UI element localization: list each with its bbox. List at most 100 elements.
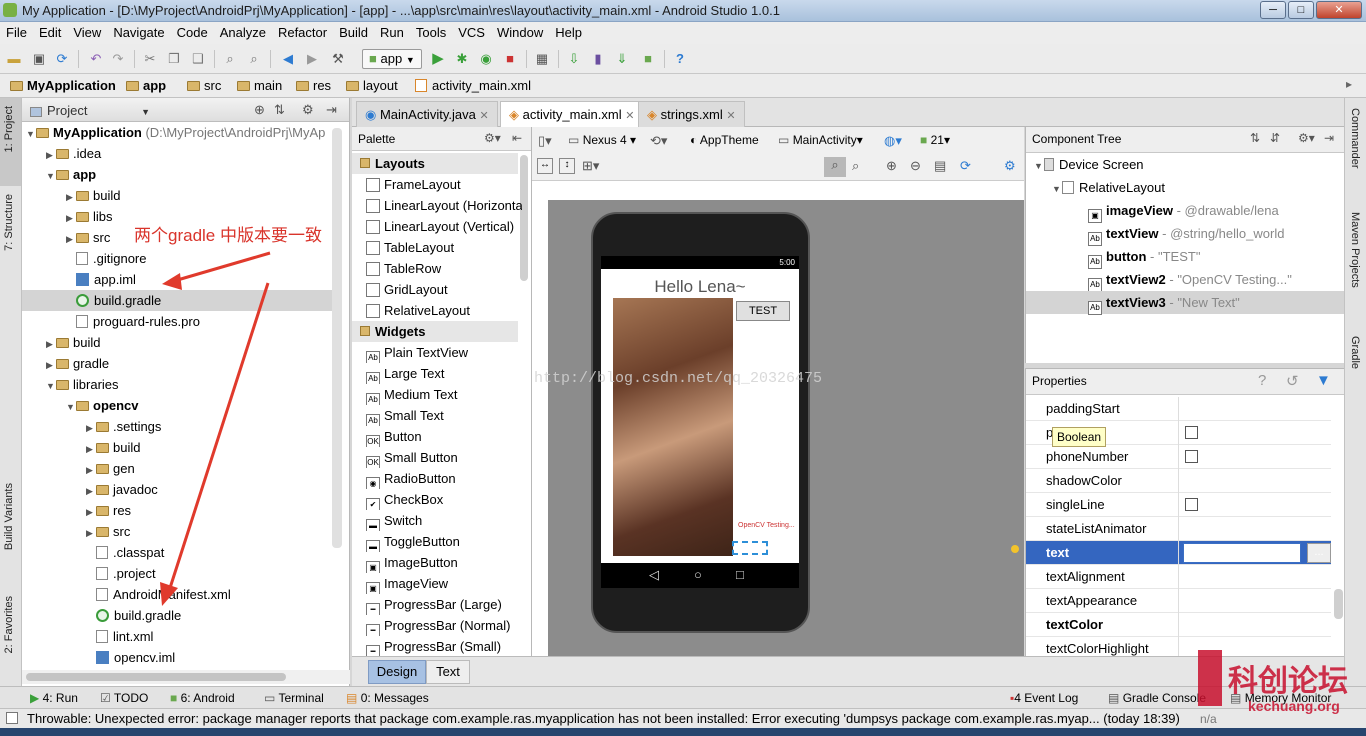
tree-relativelayout[interactable]: ▼ RelativeLayout <box>1026 176 1345 199</box>
nav-back-icon[interactable]: ◁ <box>649 567 659 583</box>
close-tab-icon[interactable]: ✕ <box>479 110 488 122</box>
preview-icon[interactable]: ▤ <box>934 158 946 174</box>
save-icon[interactable]: ▣ <box>31 51 47 67</box>
back-icon[interactable]: ◀ <box>280 51 296 67</box>
tab-gradle[interactable]: Gradle <box>1349 336 1361 369</box>
zoom-actual-icon[interactable]: ⌕ <box>852 158 859 174</box>
palette-item[interactable]: TableRow <box>366 258 522 279</box>
menu-edit[interactable]: Edit <box>33 22 67 42</box>
property-row[interactable]: textColor <box>1026 613 1331 637</box>
palette-item[interactable]: ━ ProgressBar (Large) <box>366 594 522 615</box>
breadcrumb-layout[interactable]: layout <box>346 78 398 93</box>
menu-vcs[interactable]: VCS <box>452 22 491 42</box>
design-settings-icon[interactable]: ⚙ <box>1004 158 1016 174</box>
undo-icon[interactable]: ↶ <box>88 51 104 67</box>
zoom-in-icon[interactable]: ⊕ <box>886 158 897 174</box>
fit-height-icon[interactable]: ↕ <box>559 158 575 174</box>
tree-component[interactable]: Ab textView3 - "New Text" <box>1026 291 1345 315</box>
palette-item[interactable]: ▣ ImageView <box>366 573 522 594</box>
zoom-select-icon[interactable]: ⌕ <box>824 157 846 177</box>
tool-android[interactable]: ■ 6: Android <box>170 691 235 705</box>
tab-project[interactable]: 1: Project <box>3 106 15 152</box>
breadcrumb-src[interactable]: src <box>187 78 221 93</box>
property-checkbox[interactable] <box>1185 498 1198 511</box>
config-icon[interactable]: ▯▾ <box>538 133 552 149</box>
collapse-all-icon[interactable]: ⇵ <box>1270 131 1280 145</box>
selected-textview3[interactable] <box>732 541 768 555</box>
property-edit-button[interactable]: ... <box>1307 543 1331 563</box>
menu-help[interactable]: Help <box>549 22 588 42</box>
orientation-icon[interactable]: ⟲▾ <box>650 133 667 149</box>
tree-component[interactable]: Ab button - "TEST" <box>1026 245 1345 269</box>
tab-strings[interactable]: ◈ strings.xml ✕ <box>638 101 745 127</box>
status-toggle-icon[interactable] <box>6 712 18 724</box>
tree-hide-icon[interactable]: ⇥ <box>1324 131 1334 145</box>
run-icon[interactable]: ▶ <box>430 51 446 67</box>
menu-analyze[interactable]: Analyze <box>214 22 272 42</box>
palette-settings-icon[interactable]: ⚙▾ <box>484 131 501 145</box>
tab-commander[interactable]: Commander <box>1349 108 1361 169</box>
palette-item[interactable]: ▣ ImageButton <box>366 552 522 573</box>
tool-event-log[interactable]: ▪4 Event Log <box>1010 691 1078 705</box>
sync-icon[interactable]: ⟳ <box>54 51 70 67</box>
palette-category-widgets[interactable]: Widgets <box>352 321 518 342</box>
property-checkbox[interactable] <box>1185 426 1198 439</box>
preview-image-view[interactable] <box>613 298 733 556</box>
tree-device-screen[interactable]: ▼ Device Screen <box>1026 153 1345 176</box>
palette-item[interactable]: OK Small Button <box>366 447 522 468</box>
locale-icon[interactable]: ◍▾ <box>884 133 902 149</box>
palette-item[interactable]: LinearLayout (Horizonta <box>366 195 522 216</box>
layout-options-icon[interactable]: ⊞▾ <box>582 158 599 174</box>
palette-item[interactable]: RelativeLayout <box>366 300 522 321</box>
fit-width-icon[interactable]: ↔ <box>537 158 553 174</box>
tab-maven[interactable]: Maven Projects <box>1349 212 1361 288</box>
palette-item[interactable]: Ab Plain TextView <box>366 342 522 363</box>
menu-run[interactable]: Run <box>374 22 410 42</box>
property-row[interactable]: singleLine <box>1026 493 1331 517</box>
nav-recents-icon[interactable]: □ <box>736 567 744 582</box>
paste-icon[interactable]: ❑ <box>190 51 206 67</box>
property-row[interactable]: text... <box>1026 541 1331 565</box>
tree-component[interactable]: Ab textView2 - "OpenCV Testing..." <box>1026 268 1345 292</box>
preview-opencv-text[interactable]: OpenCV Testing... <box>738 522 795 529</box>
cut-icon[interactable]: ✂ <box>142 51 158 67</box>
tool-messages[interactable]: ▤ 0: Messages <box>346 691 429 705</box>
tool-run[interactable]: ▶ 4: Run <box>30 691 78 705</box>
theme-select[interactable]: ◐ AppTheme <box>690 133 759 147</box>
hint-bulb-icon[interactable] <box>1011 545 1019 553</box>
palette-item[interactable]: Ab Large Text <box>366 363 522 384</box>
props-scrollbar[interactable] <box>1334 589 1343 619</box>
build-icon[interactable]: ⚒ <box>330 51 346 67</box>
help-icon[interactable]: ? <box>1258 372 1266 389</box>
menu-window[interactable]: Window <box>491 22 549 42</box>
menu-build[interactable]: Build <box>333 22 374 42</box>
zoom-out-icon[interactable]: ⊖ <box>910 158 921 174</box>
breadcrumb-main[interactable]: main <box>237 78 282 93</box>
menu-view[interactable]: View <box>67 22 107 42</box>
sdk-manager-icon[interactable]: ⇓ <box>614 51 630 67</box>
tab-build-variants[interactable]: Build Variants <box>3 483 15 550</box>
breadcrumb-project[interactable]: MyApplication <box>10 78 116 93</box>
status-message[interactable]: Throwable: Unexpected error: package man… <box>27 711 1180 726</box>
property-row[interactable]: textAlignment <box>1026 565 1331 589</box>
property-row[interactable]: phoneNumber <box>1026 445 1331 469</box>
minimize-button[interactable]: ─ <box>1260 1 1286 19</box>
project-structure-icon[interactable]: ▦ <box>534 51 550 67</box>
tool-todo[interactable]: ☑ TODO <box>100 691 148 705</box>
scroll-right-icon[interactable]: ▸ <box>1346 77 1352 91</box>
attach-debugger-icon[interactable]: ◉ <box>478 51 494 67</box>
breadcrumb-res[interactable]: res <box>296 78 331 93</box>
sync-gradle-icon[interactable]: ⇩ <box>566 51 582 67</box>
palette-item[interactable]: ▬ Switch <box>366 510 522 531</box>
tab-activity-main[interactable]: ◈ activity_main.xml ✕ <box>500 101 644 127</box>
tool-terminal[interactable]: ▭ Terminal <box>264 691 324 705</box>
tab-structure[interactable]: 7: Structure <box>3 194 15 251</box>
tab-mainactivity[interactable]: ◉ MainActivity.java ✕ <box>356 101 498 127</box>
run-config-select[interactable]: ■ app ▼ <box>362 49 422 69</box>
activity-select[interactable]: ▭ MainActivity▾ <box>778 133 863 147</box>
palette-item[interactable]: LinearLayout (Vertical) <box>366 216 522 237</box>
palette-item[interactable]: ━ ProgressBar (Small) <box>366 636 522 657</box>
filter-icon[interactable]: ▼ <box>1316 372 1331 389</box>
debug-icon[interactable]: ✱ <box>454 51 470 67</box>
tree-settings-icon[interactable]: ⚙▾ <box>1298 131 1315 145</box>
